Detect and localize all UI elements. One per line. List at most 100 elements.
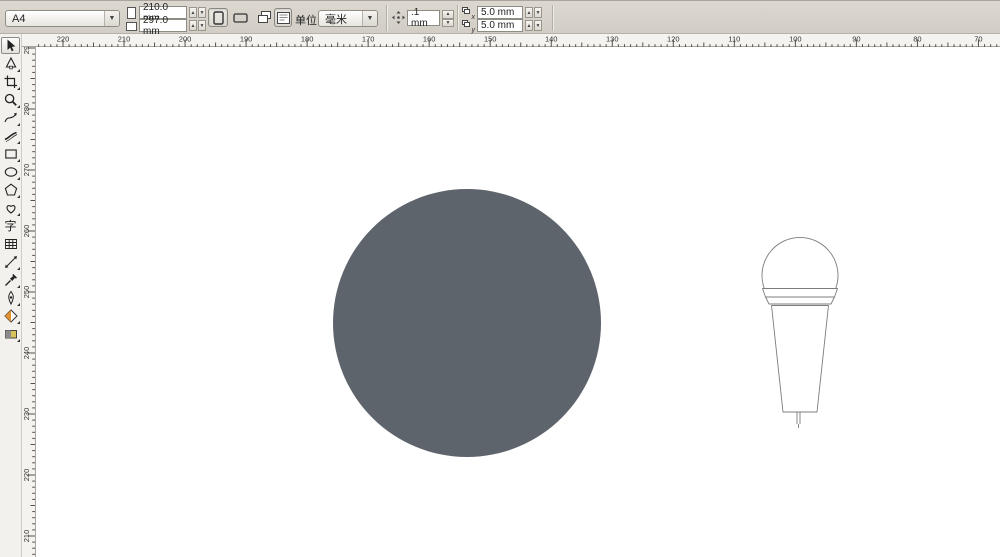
- nudge-offset-value[interactable]: .1 mm: [407, 7, 440, 29]
- toolbar-separator: [386, 5, 388, 31]
- flyout-indicator-icon: [17, 141, 20, 144]
- units-dropdown[interactable]: 毫米 ▼: [318, 10, 378, 27]
- microphone-path[interactable]: [771, 305, 829, 413]
- spin-down-icon[interactable]: ▼: [442, 18, 454, 27]
- fill-tool[interactable]: [1, 307, 20, 324]
- svg-text:90: 90: [852, 35, 860, 44]
- duplicate-distance-x-field[interactable]: x 5.0 mm ▲ ▼: [462, 6, 542, 21]
- microphone-drawing[interactable]: [761, 237, 839, 428]
- page-size-dropdown[interactable]: A4 ▼: [5, 10, 120, 27]
- units-label: 单位:: [295, 15, 321, 27]
- landscape-page-icon: [126, 21, 137, 31]
- artistic-media-tool[interactable]: [1, 127, 20, 144]
- outline-tool[interactable]: [1, 289, 20, 306]
- flyout-indicator-icon: [17, 267, 20, 270]
- paper-width-spinner[interactable]: ▲ ▼: [188, 7, 206, 18]
- flyout-indicator-icon: [17, 177, 20, 180]
- basic-shapes-tool[interactable]: [1, 199, 20, 216]
- flyout-indicator-icon: [17, 195, 20, 198]
- duplicate-x-value[interactable]: 5.0 mm: [477, 6, 523, 19]
- polygon-tool[interactable]: [1, 181, 20, 198]
- flyout-indicator-icon: [17, 213, 20, 216]
- crop-tool[interactable]: [1, 73, 20, 90]
- svg-text:270: 270: [22, 164, 31, 177]
- horizontal-ruler[interactable]: 70 80 90 100 110 120 130 140 150 160 170 180 190 200 2…: [22, 34, 1000, 47]
- rectangle-tool[interactable]: [1, 145, 20, 162]
- spin-down-icon[interactable]: ▼: [198, 20, 206, 31]
- portrait-page-icon: [127, 6, 136, 19]
- spin-down-icon[interactable]: ▼: [198, 7, 206, 18]
- svg-text:210: 210: [118, 35, 131, 44]
- duplicate-x-spinner[interactable]: ▲ ▼: [524, 7, 542, 18]
- duplicate-distance-y-field[interactable]: y 5.0 mm ▲ ▼: [462, 19, 542, 34]
- nudge-spinner[interactable]: ▲ ▼: [442, 10, 454, 27]
- dimension-tool[interactable]: [1, 253, 20, 270]
- flyout-indicator-icon: [17, 285, 20, 288]
- microphone-path[interactable]: [796, 412, 801, 428]
- spin-down-icon[interactable]: ▼: [534, 20, 542, 31]
- svg-text:100: 100: [789, 35, 802, 44]
- duplicate-y-value[interactable]: 5.0 mm: [477, 19, 523, 32]
- pick-tool[interactable]: [1, 37, 20, 54]
- svg-text:160: 160: [423, 35, 436, 44]
- property-bar: A4 ▼ 210.0 mm ▲ ▼ 297.0 mm ▲ ▼ 单位: 毫米 ▼ …: [0, 0, 1000, 37]
- freehand-tool[interactable]: [1, 109, 20, 126]
- paper-height-spinner[interactable]: ▲ ▼: [188, 20, 206, 31]
- microphone-path[interactable]: [765, 296, 835, 305]
- landscape-icon: [232, 12, 248, 23]
- flyout-indicator-icon: [17, 339, 20, 342]
- portrait-button[interactable]: [208, 8, 228, 27]
- spin-up-icon[interactable]: ▲: [525, 20, 533, 31]
- paper-height-field[interactable]: 297.0 mm ▲ ▼: [126, 15, 206, 37]
- svg-text:140: 140: [545, 35, 558, 44]
- zoom-tool[interactable]: [1, 91, 20, 108]
- current-page-icon: [276, 11, 290, 24]
- current-page-button[interactable]: [274, 8, 292, 27]
- spin-up-icon[interactable]: ▲: [525, 7, 533, 18]
- landscape-button[interactable]: [230, 8, 250, 27]
- all-pages-button[interactable]: [255, 8, 273, 27]
- toolbox: 字: [0, 34, 22, 557]
- svg-text:210: 210: [22, 530, 31, 543]
- spin-up-icon[interactable]: ▲: [189, 20, 197, 31]
- chevron-down-icon[interactable]: ▼: [104, 11, 119, 26]
- duplicate-y-spinner[interactable]: ▲ ▼: [524, 20, 542, 31]
- ellipse-tool[interactable]: [1, 163, 20, 180]
- svg-text:250: 250: [22, 286, 31, 299]
- app-window: A4 ▼ 210.0 mm ▲ ▼ 297.0 mm ▲ ▼ 单位: 毫米 ▼ …: [0, 0, 1000, 557]
- svg-text:200: 200: [179, 35, 192, 44]
- spin-down-icon[interactable]: ▼: [534, 7, 542, 18]
- text-tool-icon: 字: [4, 218, 17, 233]
- svg-text:290: 290: [22, 47, 31, 54]
- nudge-offset-icon: [392, 11, 405, 24]
- shape-tool[interactable]: [1, 55, 20, 72]
- microphone-path[interactable]: [761, 237, 839, 292]
- chevron-down-icon[interactable]: ▼: [362, 11, 377, 26]
- flyout-indicator-icon: [17, 123, 20, 126]
- paper-height-value[interactable]: 297.0 mm: [139, 15, 187, 37]
- svg-text:180: 180: [301, 35, 314, 44]
- svg-text:120: 120: [667, 35, 680, 44]
- spin-up-icon[interactable]: ▲: [442, 10, 454, 19]
- svg-text:220: 220: [22, 469, 31, 482]
- svg-text:280: 280: [22, 103, 31, 116]
- table-tool[interactable]: [1, 235, 20, 252]
- stacked-pages-icon: [257, 11, 271, 23]
- svg-text:220: 220: [57, 35, 70, 44]
- svg-text:230: 230: [22, 408, 31, 421]
- drawing-canvas[interactable]: [36, 47, 1000, 557]
- spin-up-icon[interactable]: ▲: [189, 7, 197, 18]
- svg-text:130: 130: [606, 35, 619, 44]
- drawn-circle[interactable]: [333, 189, 601, 457]
- text-tool[interactable]: 字: [1, 217, 20, 234]
- svg-text:110: 110: [728, 35, 740, 44]
- flyout-indicator-icon: [17, 159, 20, 162]
- eyedropper-tool[interactable]: [1, 271, 20, 288]
- interactive-fill-tool[interactable]: [1, 325, 20, 342]
- flyout-indicator-icon: [17, 69, 20, 72]
- flyout-indicator-icon: [17, 303, 20, 306]
- vertical-ruler[interactable]: 210 220 230 240 250 260 270 280 290: [22, 47, 36, 557]
- toolbar-separator: [552, 5, 554, 31]
- flyout-indicator-icon: [17, 105, 20, 108]
- svg-text:150: 150: [484, 35, 497, 44]
